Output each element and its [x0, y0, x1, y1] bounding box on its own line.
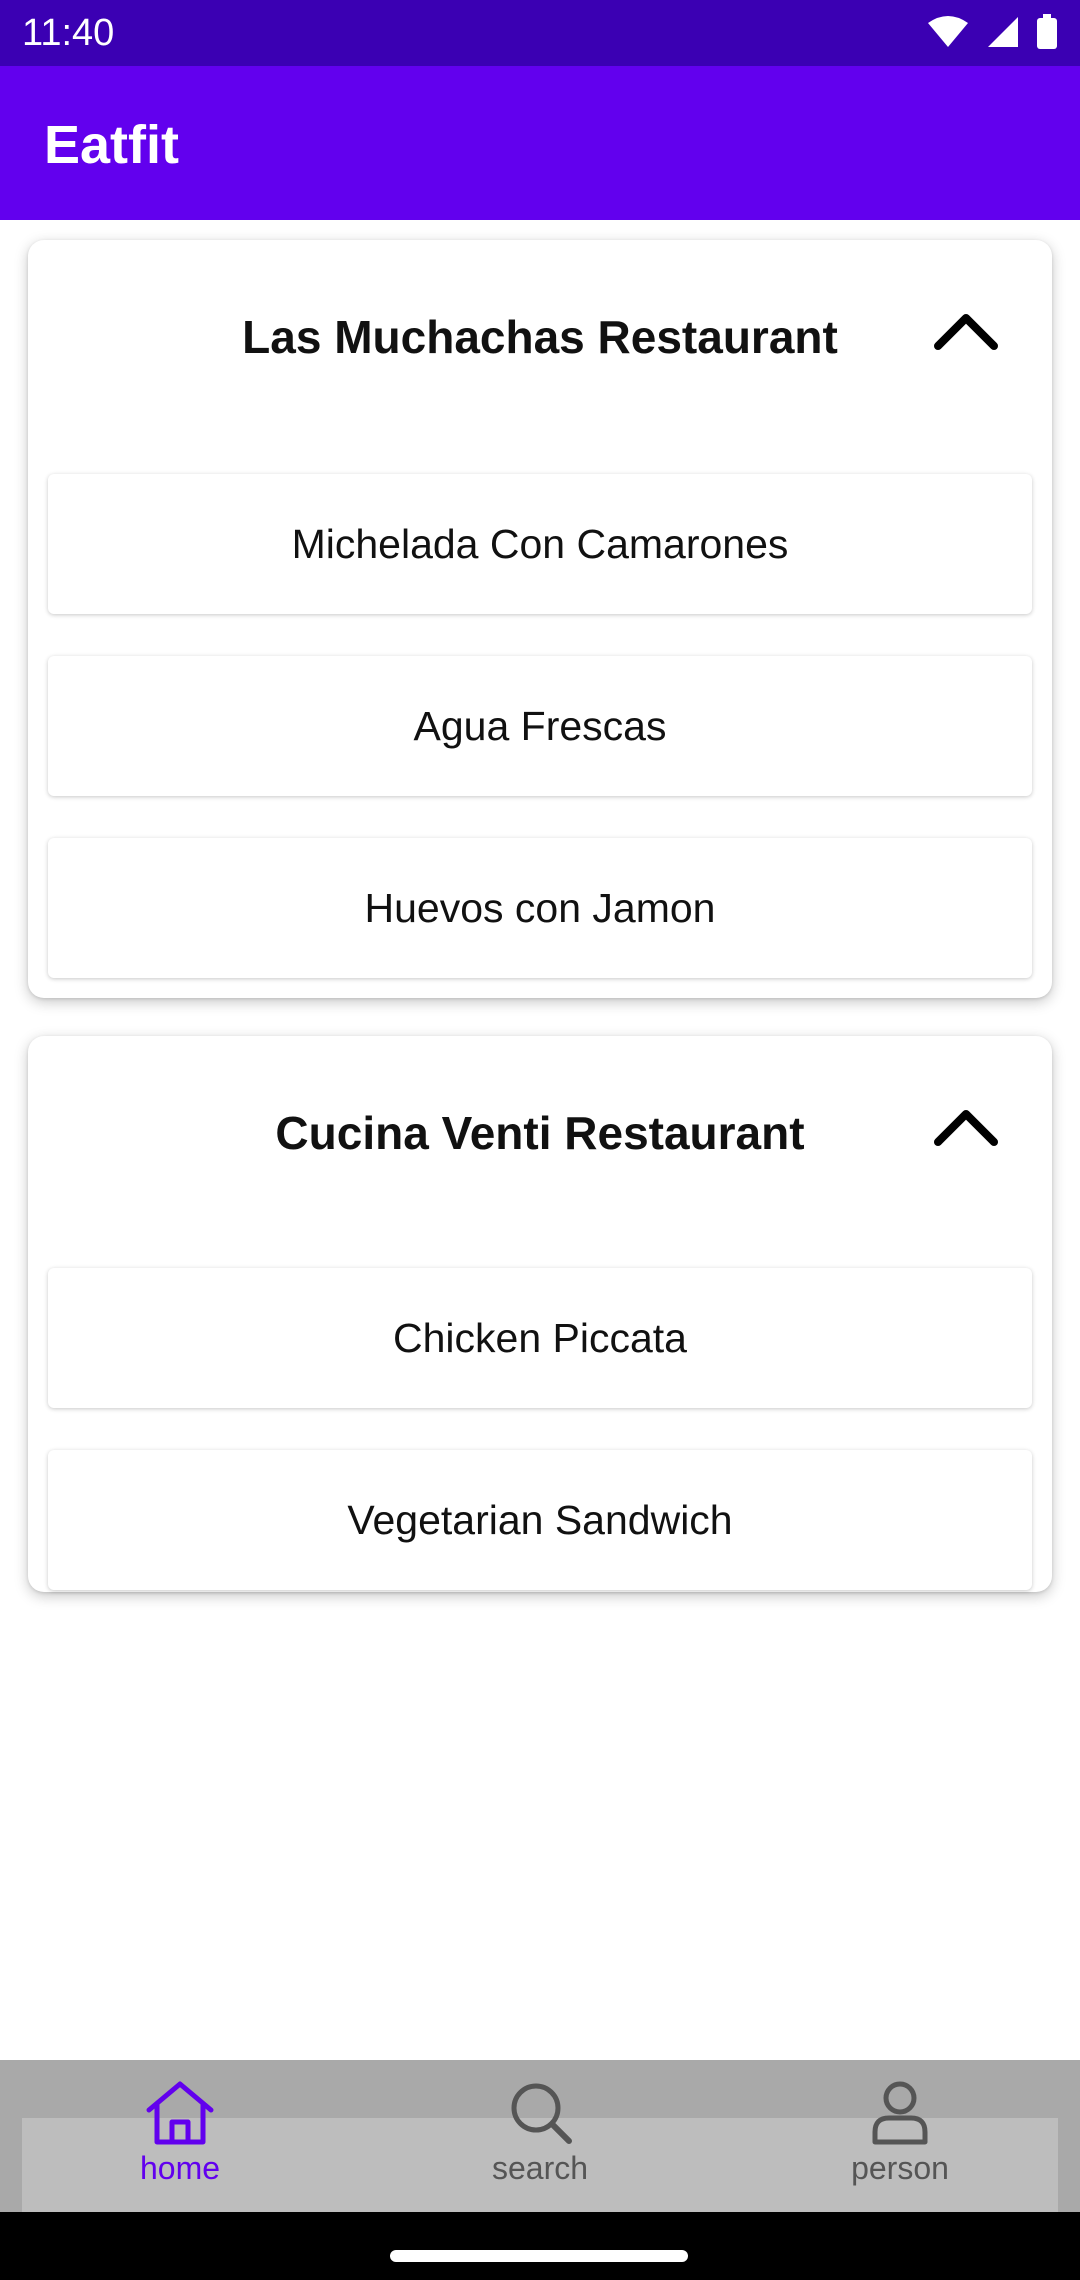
nav-home-label: home — [139, 2150, 221, 2186]
app-title: Eatfit — [44, 115, 179, 175]
restaurant-name: Las Muchachas Restaurant — [242, 311, 838, 363]
signal-icon — [988, 17, 1018, 47]
home-gesture-handle[interactable] — [390, 2250, 688, 2262]
menu-item[interactable]: Agua Frescas — [48, 656, 1032, 796]
nav-person[interactable]: person — [780, 2078, 1020, 2208]
menu-item[interactable]: Chicken Piccata — [48, 1268, 1032, 1408]
chevron-up-icon[interactable] — [930, 300, 1002, 360]
restaurant-card: Cucina Venti Restaurant Chicken Piccata … — [28, 1036, 1052, 1592]
app-bar: Eatfit — [0, 66, 1080, 220]
restaurant-card-header[interactable]: Cucina Venti Restaurant — [28, 1036, 1052, 1236]
menu-item[interactable]: Huevos con Jamon — [48, 838, 1032, 978]
person-icon — [872, 2081, 928, 2145]
nav-search-label: search — [491, 2150, 589, 2186]
chevron-up-icon[interactable] — [930, 1096, 1002, 1156]
search-icon — [511, 2083, 572, 2144]
nav-person-label: person — [851, 2150, 949, 2186]
restaurant-card: Las Muchachas Restaurant Michelada Con C… — [28, 240, 1052, 998]
restaurant-card-header[interactable]: Las Muchachas Restaurant — [28, 240, 1052, 440]
wifi-icon — [928, 16, 968, 47]
restaurant-name: Cucina Venti Restaurant — [275, 1107, 805, 1159]
home-icon — [146, 2081, 214, 2145]
menu-item[interactable]: Michelada Con Camarones — [48, 474, 1032, 614]
status-bar: 11:40 — [0, 0, 1080, 66]
nav-home[interactable]: home — [60, 2078, 300, 2208]
battery-icon — [1037, 14, 1057, 49]
menu-item[interactable]: Vegetarian Sandwich — [48, 1450, 1032, 1590]
system-nav-bar — [0, 2212, 1080, 2280]
status-time: 11:40 — [22, 12, 115, 54]
restaurant-list: Las Muchachas Restaurant Michelada Con C… — [0, 220, 1080, 2060]
nav-search[interactable]: search — [420, 2078, 660, 2208]
